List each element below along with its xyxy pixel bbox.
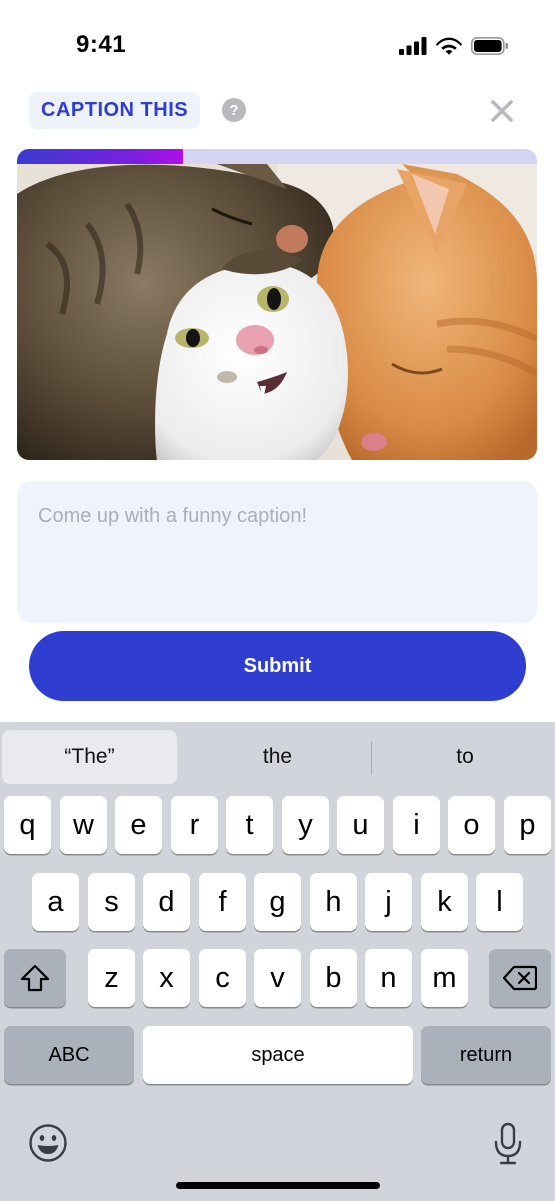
suggestion-bar: “The” the to — [0, 722, 555, 794]
keyboard: “The” the to q w e r t y u i o p a s d f… — [0, 722, 555, 1201]
page-title: CAPTION THIS — [41, 99, 189, 121]
key-q[interactable]: q — [4, 796, 51, 854]
key-c[interactable]: c — [199, 949, 246, 1007]
key-t[interactable]: t — [226, 796, 273, 854]
key-w[interactable]: w — [60, 796, 107, 854]
key-z[interactable]: z — [88, 949, 135, 1007]
backspace-icon — [503, 965, 537, 991]
submit-button[interactable]: Submit — [29, 631, 526, 701]
space-key[interactable]: space — [143, 1026, 413, 1084]
key-y[interactable]: y — [282, 796, 329, 854]
key-h[interactable]: h — [310, 873, 357, 931]
shift-key[interactable] — [4, 949, 66, 1007]
key-m[interactable]: m — [421, 949, 468, 1007]
key-x[interactable]: x — [143, 949, 190, 1007]
cellular-signal-icon — [399, 36, 427, 55]
key-l[interactable]: l — [476, 873, 523, 931]
progress-bar — [17, 149, 537, 164]
suggestion-item[interactable]: to — [375, 730, 555, 784]
key-i[interactable]: i — [393, 796, 440, 854]
delete-key[interactable] — [489, 949, 551, 1007]
key-b[interactable]: b — [310, 949, 357, 1007]
abc-key[interactable]: ABC — [4, 1026, 134, 1084]
status-bar: 9:41 — [0, 0, 555, 90]
status-icons — [399, 36, 509, 55]
key-r[interactable]: r — [171, 796, 218, 854]
suggestion-item[interactable]: the — [185, 730, 370, 784]
suggestion-divider — [371, 741, 372, 775]
suggestion-item[interactable]: “The” — [2, 730, 177, 784]
battery-icon — [471, 36, 508, 55]
wifi-icon — [436, 37, 462, 55]
home-indicator — [176, 1182, 380, 1189]
status-time: 9:41 — [76, 31, 127, 58]
microphone-icon[interactable] — [492, 1122, 524, 1166]
key-k[interactable]: k — [421, 873, 468, 931]
key-g[interactable]: g — [254, 873, 301, 931]
key-o[interactable]: o — [448, 796, 495, 854]
cats-photo — [17, 164, 537, 460]
key-j[interactable]: j — [365, 873, 412, 931]
progress-fill — [17, 149, 184, 164]
close-icon[interactable] — [489, 98, 515, 124]
help-icon[interactable]: ? — [222, 98, 246, 122]
key-u[interactable]: u — [337, 796, 384, 854]
return-key[interactable]: return — [421, 1026, 551, 1084]
key-e[interactable]: e — [115, 796, 162, 854]
header: CAPTION THIS ? — [0, 90, 555, 132]
key-p[interactable]: p — [504, 796, 551, 854]
key-a[interactable]: a — [32, 873, 79, 931]
title-badge: CAPTION THIS — [29, 92, 201, 129]
shift-icon — [20, 964, 50, 992]
key-n[interactable]: n — [365, 949, 412, 1007]
key-v[interactable]: v — [254, 949, 301, 1007]
key-f[interactable]: f — [199, 873, 246, 931]
emoji-icon[interactable] — [28, 1123, 68, 1163]
key-d[interactable]: d — [143, 873, 190, 931]
caption-input[interactable] — [17, 481, 537, 623]
key-s[interactable]: s — [88, 873, 135, 931]
image-card — [17, 149, 537, 460]
